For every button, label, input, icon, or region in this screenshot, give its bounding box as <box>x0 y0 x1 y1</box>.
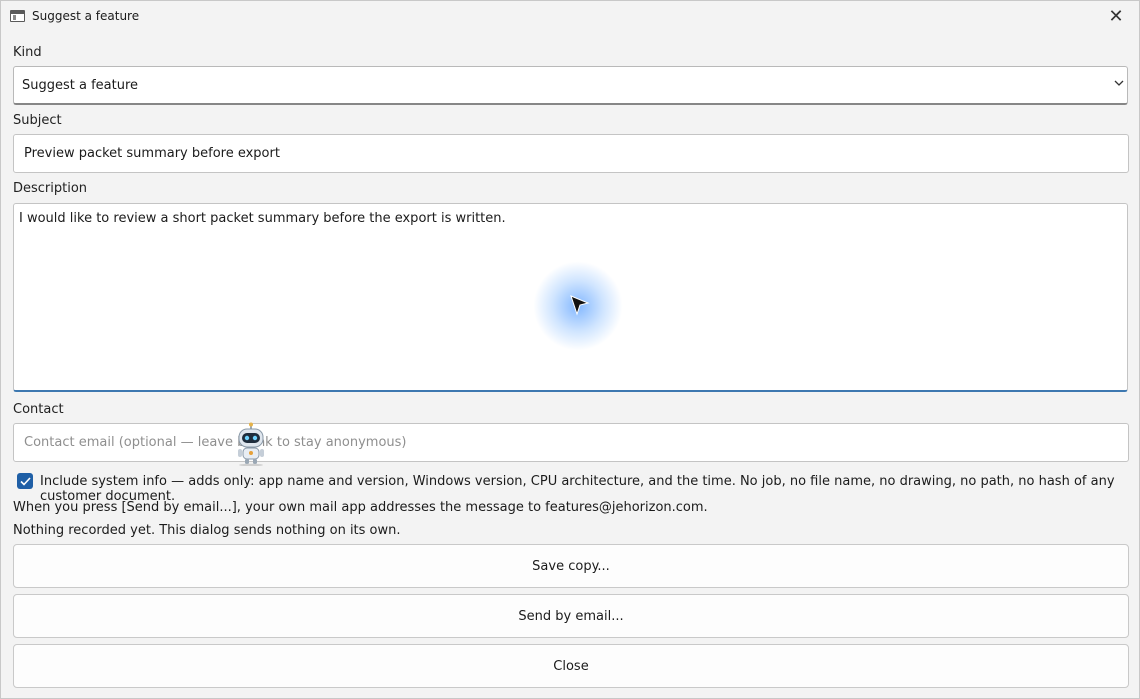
send-by-email-button[interactable]: Send by email... <box>13 594 1129 638</box>
contact-email-input[interactable]: Contact email (optional — leave blank to… <box>13 423 1129 462</box>
subject-label: Subject <box>13 113 62 128</box>
save-copy-button[interactable]: Save copy... <box>13 544 1129 588</box>
contact-label: Contact <box>13 402 64 417</box>
close-button[interactable]: Close <box>13 644 1129 688</box>
checkmark-icon <box>19 476 31 486</box>
system-info-checkbox[interactable] <box>17 473 33 489</box>
window-title: Suggest a feature <box>32 9 140 23</box>
status-text: Nothing recorded yet. This dialog sends … <box>13 523 401 538</box>
kind-select[interactable]: Suggest a feature <box>13 66 1128 105</box>
robot-icon <box>238 422 264 466</box>
kind-label: Kind <box>13 45 42 60</box>
kind-selected-value: Suggest a feature <box>22 78 139 93</box>
dialog-window: Suggest a feature ✕ Kind Suggest a featu… <box>0 0 1140 699</box>
mouse-pointer-icon <box>570 295 590 316</box>
mail-note: When you press [Send by email...], your … <box>13 500 708 515</box>
subject-input[interactable]: Preview packet summary before export <box>13 134 1129 173</box>
subject-value: Preview packet summary before export <box>24 146 280 161</box>
chevron-down-icon <box>1113 77 1125 92</box>
close-icon: ✕ <box>1108 6 1124 27</box>
description-value: I would like to review a short packet su… <box>19 211 506 226</box>
contact-placeholder: Contact email (optional — leave blank to… <box>24 435 407 450</box>
title-bar: Suggest a feature ✕ <box>1 1 1139 32</box>
description-label: Description <box>13 181 88 196</box>
window-icon <box>10 10 25 22</box>
close-window-button[interactable]: ✕ <box>1099 3 1133 30</box>
